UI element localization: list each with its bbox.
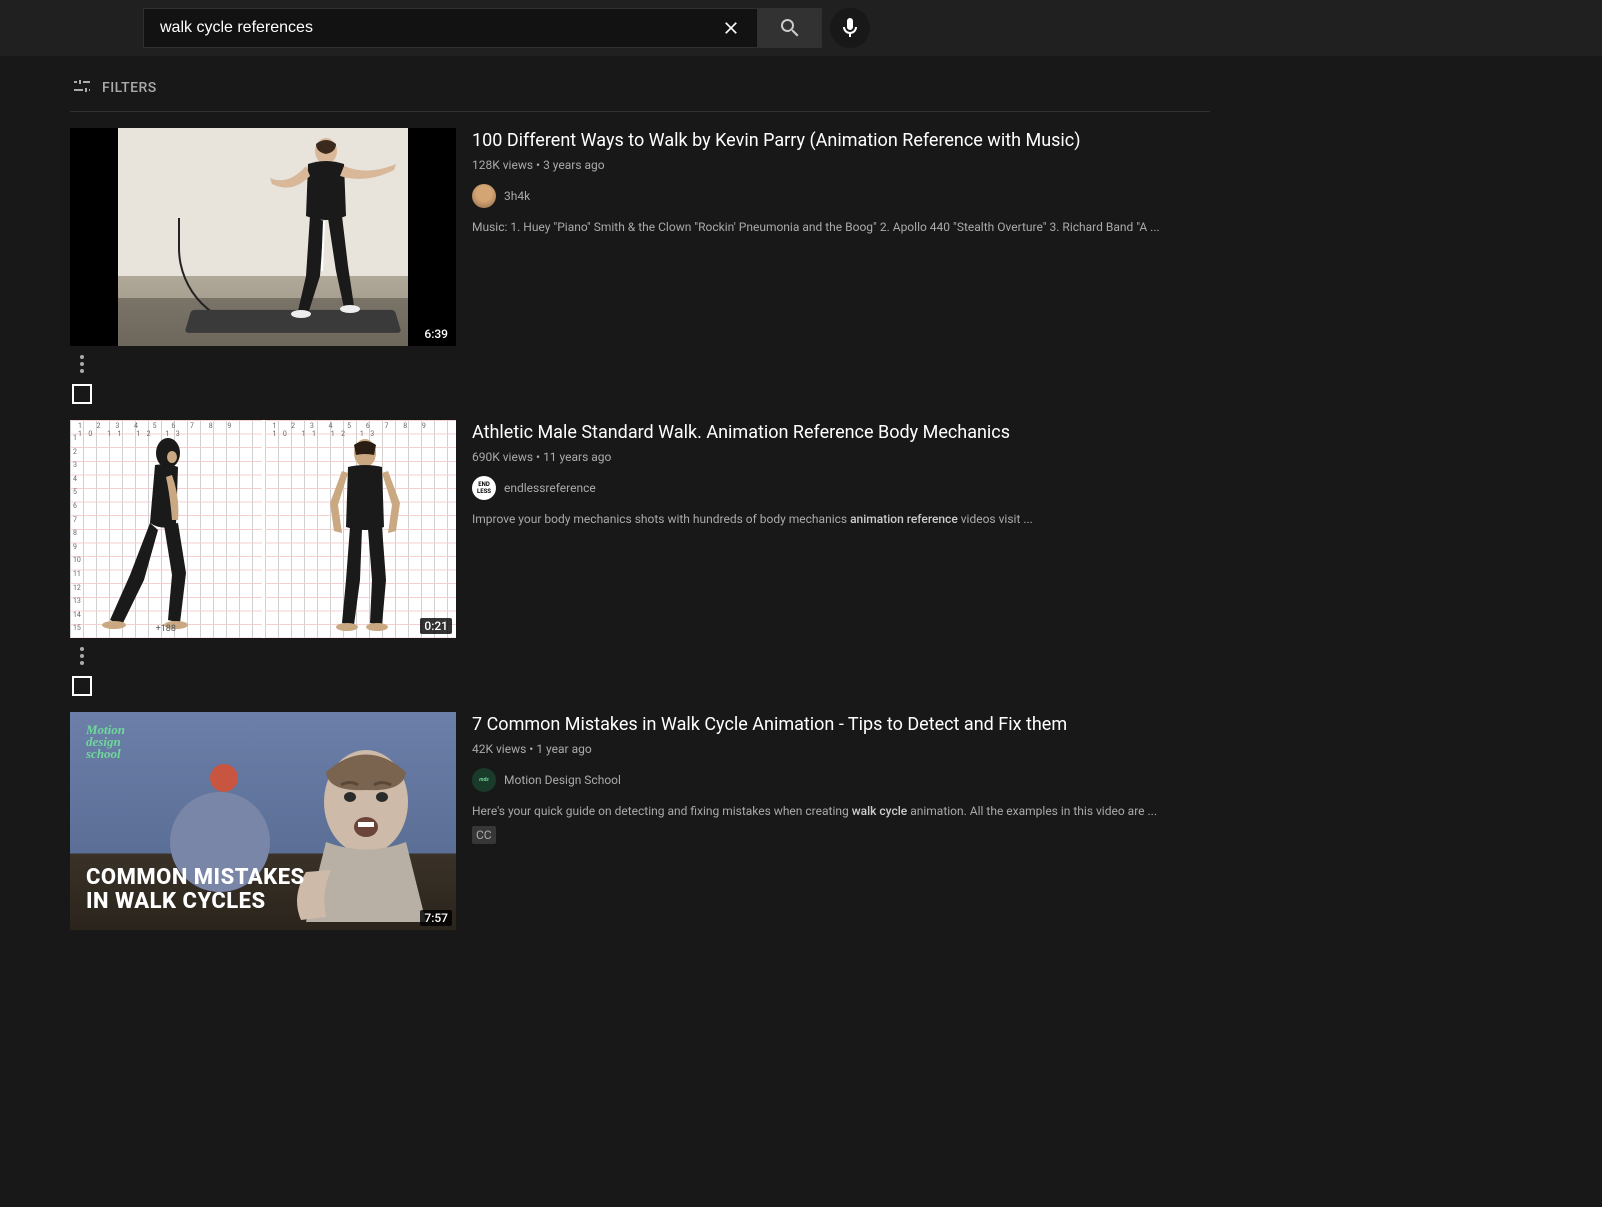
video-title[interactable]: 100 Different Ways to Walk by Kevin Parr… — [472, 128, 1210, 154]
filters-label: FILTERS — [102, 80, 157, 96]
video-duration: 6:39 — [420, 326, 452, 342]
channel-link[interactable]: mds Motion Design School — [472, 768, 1210, 792]
microphone-icon — [838, 16, 862, 40]
video-description: Music: 1. Huey "Piano" Smith & the Clown… — [472, 218, 1210, 236]
channel-link[interactable]: 3h4k — [472, 184, 1210, 208]
voice-search-button[interactable] — [830, 8, 870, 48]
channel-avatar: ENDLESS — [472, 476, 496, 500]
results-content: FILTERS — [0, 64, 1280, 930]
channel-name: 3h4k — [504, 189, 530, 203]
frame-counter: +188 — [156, 624, 176, 634]
cc-badge: CC — [472, 826, 496, 844]
video-thumbnail[interactable]: 1 2 3 4 5 6 7 8 9 10 11 12 13 1234567891… — [70, 420, 456, 638]
channel-avatar: mds — [472, 768, 496, 792]
thumbnail-logo: Motion design school — [86, 724, 125, 760]
video-duration: 0:21 — [420, 618, 452, 634]
search-container — [143, 8, 870, 48]
video-description: Here's your quick guide on detecting and… — [472, 802, 1210, 820]
checkbox[interactable] — [72, 384, 92, 404]
video-stats: 42K views • 1 year ago — [472, 742, 1210, 756]
clear-search-button[interactable] — [711, 8, 751, 48]
channel-name: endlessreference — [504, 481, 596, 495]
video-thumbnail[interactable]: 6:39 — [70, 128, 456, 346]
search-icon — [778, 16, 802, 40]
video-description: Improve your body mechanics shots with h… — [472, 510, 1210, 528]
more-icon[interactable] — [70, 644, 94, 668]
filters-icon — [70, 74, 94, 102]
video-result: 1 2 3 4 5 6 7 8 9 10 11 12 13 1234567891… — [70, 420, 1210, 696]
channel-link[interactable]: ENDLESS endlessreference — [472, 476, 1210, 500]
filters-button[interactable]: FILTERS — [70, 64, 1210, 112]
channel-avatar — [472, 184, 496, 208]
video-thumbnail[interactable]: Motion design school — [70, 712, 456, 930]
checkbox[interactable] — [72, 676, 92, 696]
video-stats: 690K views • 11 years ago — [472, 450, 1210, 464]
search-box — [143, 8, 758, 48]
more-icon[interactable] — [70, 352, 94, 376]
video-stats: 128K views • 3 years ago — [472, 158, 1210, 172]
video-result: Motion design school — [70, 712, 1210, 930]
search-input[interactable] — [160, 9, 711, 47]
video-result: 6:39 100 Different Ways to Walk by Kevin… — [70, 128, 1210, 404]
video-duration: 7:57 — [420, 910, 452, 926]
header — [0, 0, 1602, 56]
close-icon — [721, 18, 741, 38]
channel-name: Motion Design School — [504, 773, 621, 787]
thumbnail-text: COMMON MISTAKESIN WALK CYCLES — [86, 866, 305, 914]
search-button[interactable] — [758, 8, 822, 48]
video-title[interactable]: Athletic Male Standard Walk. Animation R… — [472, 420, 1210, 446]
video-title[interactable]: 7 Common Mistakes in Walk Cycle Animatio… — [472, 712, 1210, 738]
